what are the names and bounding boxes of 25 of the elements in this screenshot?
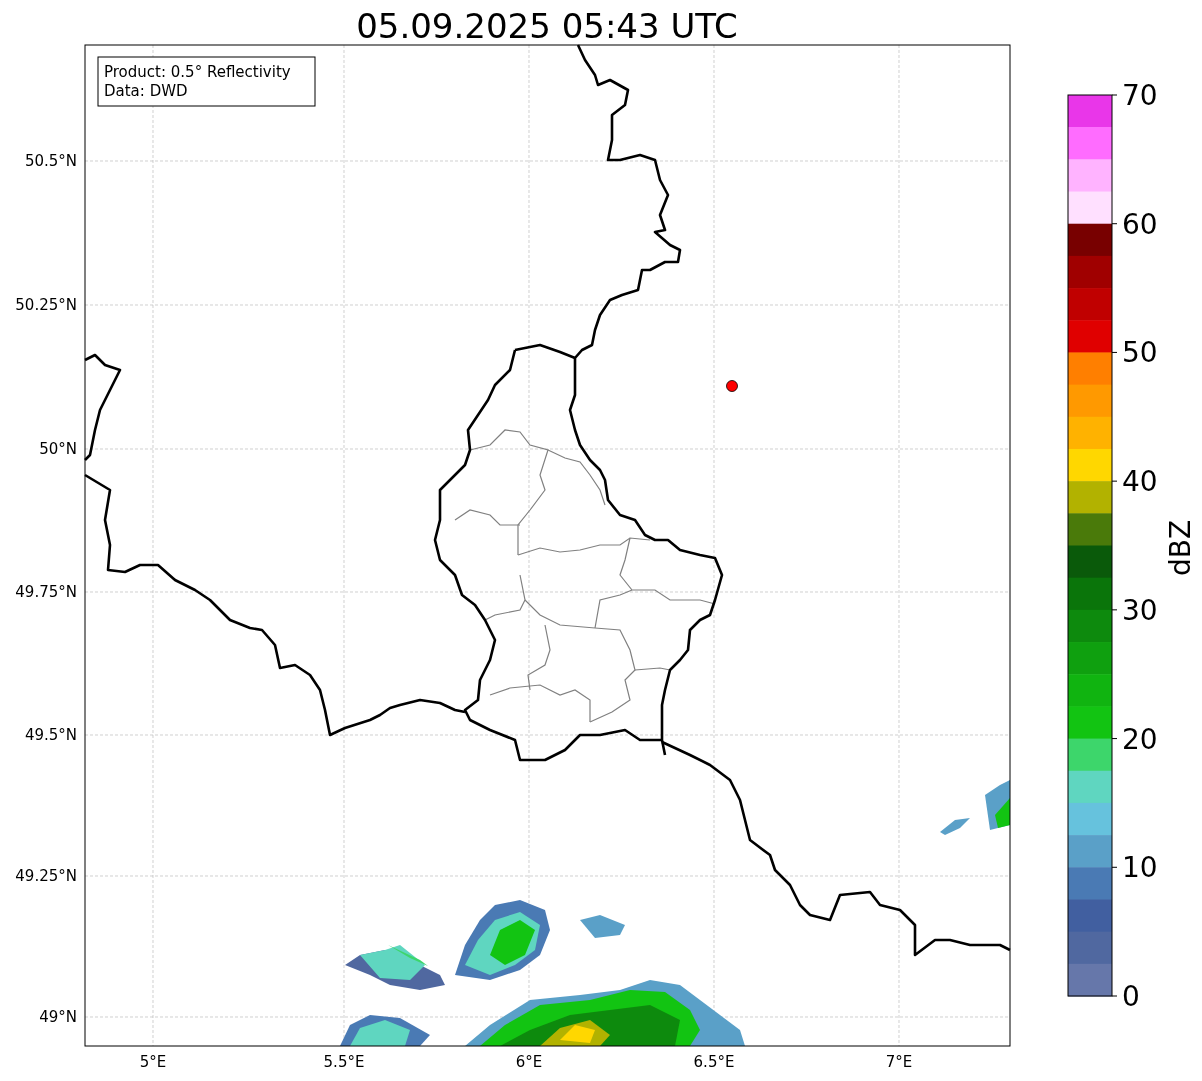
colorbar-tick-label: 60: [1122, 207, 1158, 241]
colorbar-tick-label: 30: [1122, 593, 1158, 627]
colorbar-tick-label: 40: [1122, 465, 1158, 499]
latitude-label: 49.75°N: [15, 583, 77, 601]
colorbar-tick-label: 10: [1122, 851, 1158, 885]
colorbar-tick-label: 70: [1122, 79, 1158, 112]
chart-title: 05.09.2025 05:43 UTC: [356, 6, 738, 46]
latitude-label: 50.25°N: [15, 296, 77, 314]
colorbar-tick-label: 50: [1122, 336, 1158, 370]
latitude-label: 49.25°N: [15, 867, 77, 885]
longitude-label: 7°E: [885, 1053, 913, 1071]
colorbar-label: dBZ: [1164, 519, 1197, 577]
colorbar-tick-label: 20: [1122, 722, 1158, 756]
location-marker: [726, 380, 738, 392]
info-text: Data: DWD: [104, 82, 188, 100]
longitude-label: 5°E: [139, 1053, 167, 1071]
info-text: Product: 0.5° Reflectivity: [104, 63, 291, 81]
longitude-label: 5.5°E: [323, 1053, 365, 1071]
latitude-label: 49.5°N: [24, 726, 77, 744]
colorbar-tick-label: 0: [1122, 980, 1140, 1013]
longitude-label: 6°E: [515, 1053, 543, 1071]
latitude-label: 50°N: [39, 440, 77, 458]
latitude-label: 50.5°N: [24, 152, 77, 170]
latitude-label: 49°N: [39, 1008, 77, 1026]
longitude-label: 6.5°E: [693, 1053, 735, 1071]
